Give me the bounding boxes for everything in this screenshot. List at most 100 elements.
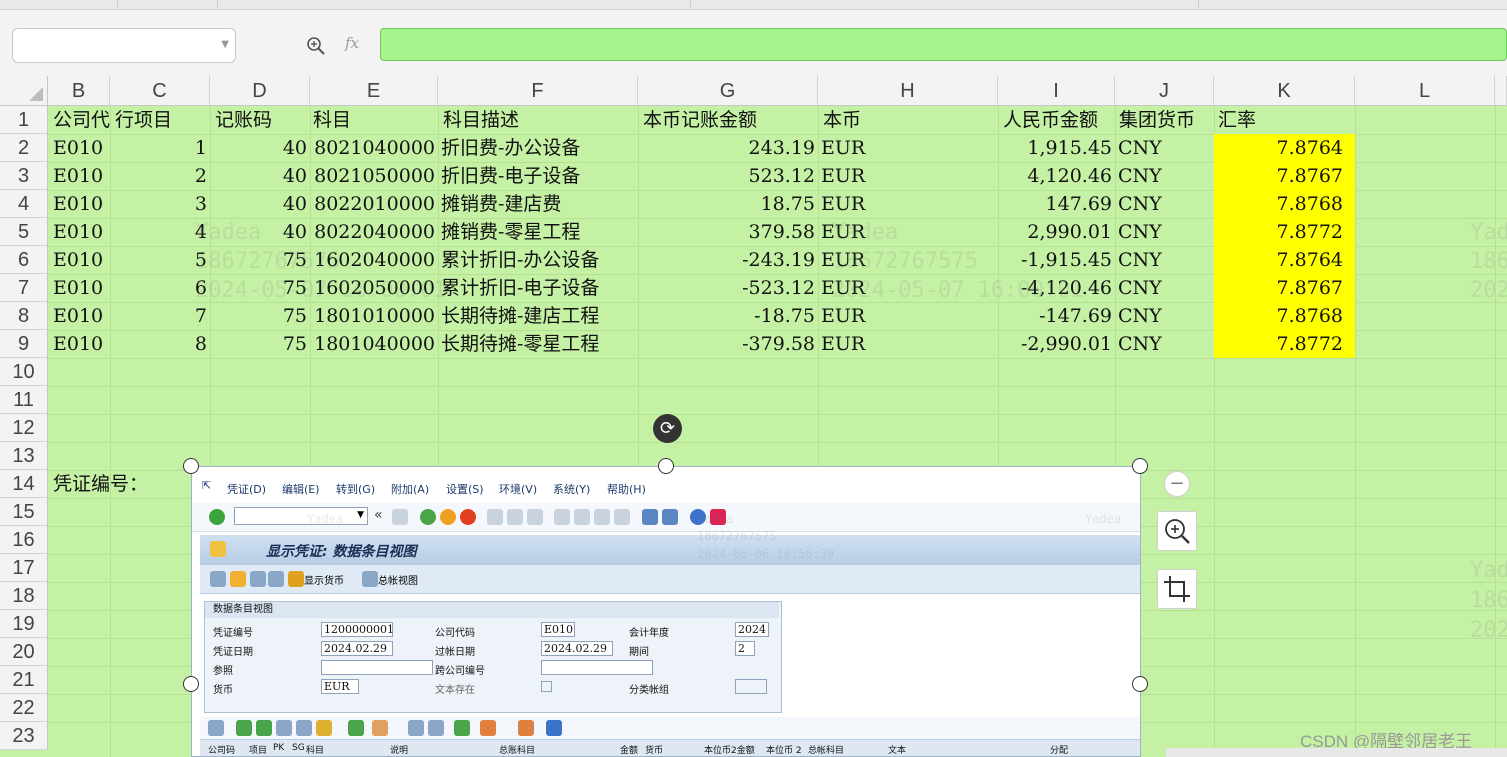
zoom-icon[interactable] — [250, 571, 266, 587]
ledger-view-button[interactable]: 总帐视图 — [378, 572, 418, 587]
cell-f[interactable]: 摊销费-建店费 — [438, 190, 638, 218]
cell-i[interactable]: 147.69 — [998, 190, 1115, 218]
currency-field[interactable]: EUR — [321, 679, 359, 694]
cell-e[interactable]: 8021040000 — [310, 134, 438, 162]
sap-menu-item[interactable]: 帮助(H) — [607, 481, 646, 497]
cell-i[interactable]: -1,915.45 — [998, 246, 1115, 274]
edit-icon[interactable] — [210, 571, 226, 587]
cell-header[interactable]: 本币 — [820, 106, 998, 134]
print-icon[interactable] — [408, 720, 424, 736]
row-header[interactable]: 18 — [0, 582, 48, 610]
cell-f[interactable]: 累计折旧-电子设备 — [438, 274, 638, 302]
column-header-f[interactable]: F — [438, 76, 638, 106]
doc-date-field[interactable]: 2024.02.29 — [321, 641, 393, 656]
cell-h[interactable]: EUR — [818, 246, 998, 274]
grid-col-header[interactable]: 说明 — [390, 743, 408, 756]
sap-menu-item[interactable]: 凭证(D) — [227, 481, 266, 497]
cell-f[interactable]: 折旧费-电子设备 — [438, 162, 638, 190]
cell-i[interactable]: -147.69 — [998, 302, 1115, 330]
row-header[interactable]: 6 — [0, 246, 48, 274]
cell-b[interactable]: E010 — [50, 190, 110, 218]
row-header[interactable]: 20 — [0, 638, 48, 666]
cell-c[interactable]: 2 — [110, 162, 210, 190]
sap-menu-item[interactable]: 系统(Y) — [553, 481, 590, 497]
resize-handle[interactable] — [658, 458, 674, 474]
cell-k[interactable]: 7.8768 — [1214, 302, 1355, 330]
grid-col-header[interactable]: 总帐科目 — [808, 743, 844, 756]
cell-i[interactable]: -4,120.46 — [998, 274, 1115, 302]
cell-c[interactable]: 3 — [110, 190, 210, 218]
sap-menu-item[interactable]: 编辑(E) — [282, 481, 320, 497]
cell-header[interactable]: 行项目 — [112, 106, 210, 134]
graphic-icon[interactable] — [518, 720, 534, 736]
cell-g[interactable]: 523.12 — [638, 162, 818, 190]
ledger-icon[interactable] — [362, 571, 378, 587]
ledger-group-field[interactable] — [735, 679, 767, 694]
cell-e[interactable]: 8022010000 — [310, 190, 438, 218]
cell-header[interactable]: 记账码 — [212, 106, 310, 134]
help-icon[interactable] — [690, 509, 706, 525]
embedded-sap-image[interactable]: ⇱ 凭证(D) 编辑(E) 转到(G) 附加(A) 设置(S) 环境(V) 系统… — [191, 466, 1141, 757]
cell-h[interactable]: EUR — [818, 302, 998, 330]
cell-i[interactable]: -2,990.01 — [998, 330, 1115, 358]
cell-j[interactable]: CNY — [1115, 330, 1214, 358]
row-header[interactable]: 19 — [0, 610, 48, 638]
grid-col-header[interactable]: SG — [292, 743, 305, 753]
grid-col-header[interactable]: 本位币 2 — [766, 743, 802, 756]
column-header-h[interactable]: H — [818, 76, 998, 106]
cell-header[interactable]: 科目 — [310, 106, 438, 134]
row-header[interactable]: 10 — [0, 358, 48, 386]
cell-k[interactable]: 7.8768 — [1214, 190, 1355, 218]
cell-f[interactable]: 累计折旧-办公设备 — [438, 246, 638, 274]
find-icon[interactable] — [276, 720, 292, 736]
prev-page-icon[interactable] — [574, 509, 590, 525]
last-page-icon[interactable] — [614, 509, 630, 525]
cell-k[interactable]: 7.8772 — [1214, 330, 1355, 358]
ref-field[interactable] — [321, 660, 433, 675]
resize-handle[interactable] — [1132, 676, 1148, 692]
cell-f[interactable]: 摊销费-零星工程 — [438, 218, 638, 246]
grid-col-header[interactable]: 分配 — [1050, 743, 1068, 756]
cell-k[interactable]: 7.8767 — [1214, 274, 1355, 302]
grid-col-header[interactable]: 金额 — [620, 743, 638, 756]
cell-h[interactable]: EUR — [818, 162, 998, 190]
period-field[interactable]: 2 — [735, 641, 755, 656]
cell-k[interactable]: 7.8764 — [1214, 246, 1355, 274]
text-exists-checkbox[interactable] — [541, 681, 552, 692]
show-currency-button[interactable]: 显示货币 — [304, 572, 344, 587]
cell-g[interactable]: -243.19 — [638, 246, 818, 274]
cell-b[interactable]: E010 — [50, 218, 110, 246]
cell-header[interactable]: 人民币金额 — [1000, 106, 1115, 134]
cell-b[interactable]: E010 — [50, 134, 110, 162]
column-header-e[interactable]: E — [310, 76, 438, 106]
row-header[interactable]: 11 — [0, 386, 48, 414]
cell-b[interactable]: E010 — [50, 274, 110, 302]
cell-b[interactable]: E010 — [50, 302, 110, 330]
cell-k[interactable]: 7.8767 — [1214, 162, 1355, 190]
column-header-m[interactable] — [1495, 76, 1507, 106]
cell-j[interactable]: CNY — [1115, 246, 1214, 274]
grid-col-header[interactable]: 文本 — [888, 743, 906, 756]
row-header[interactable]: 21 — [0, 666, 48, 694]
cell-g[interactable]: -523.12 — [638, 274, 818, 302]
row-header[interactable]: 14 — [0, 470, 48, 498]
row-header[interactable]: 1 — [0, 106, 48, 134]
row-header[interactable]: 2 — [0, 134, 48, 162]
details-icon[interactable] — [208, 720, 224, 736]
cell-e[interactable]: 1801010000 — [310, 302, 438, 330]
formula-input[interactable] — [380, 28, 1507, 61]
row-header[interactable]: 9 — [0, 330, 48, 358]
column-header-b[interactable]: B — [48, 76, 110, 106]
layout-icon[interactable] — [710, 509, 726, 525]
first-page-icon[interactable] — [554, 509, 570, 525]
company-field[interactable]: E010 — [541, 622, 575, 637]
cell-d[interactable]: 75 — [210, 302, 310, 330]
row-header[interactable]: 23 — [0, 722, 48, 750]
column-header-c[interactable]: C — [110, 76, 210, 106]
new-session-icon[interactable] — [642, 509, 658, 525]
intercompany-field[interactable] — [541, 660, 653, 675]
info-icon[interactable] — [546, 720, 562, 736]
sap-menu-item[interactable]: 附加(A) — [391, 481, 429, 497]
subtotal-icon[interactable] — [372, 720, 388, 736]
cell-h[interactable]: EUR — [818, 134, 998, 162]
